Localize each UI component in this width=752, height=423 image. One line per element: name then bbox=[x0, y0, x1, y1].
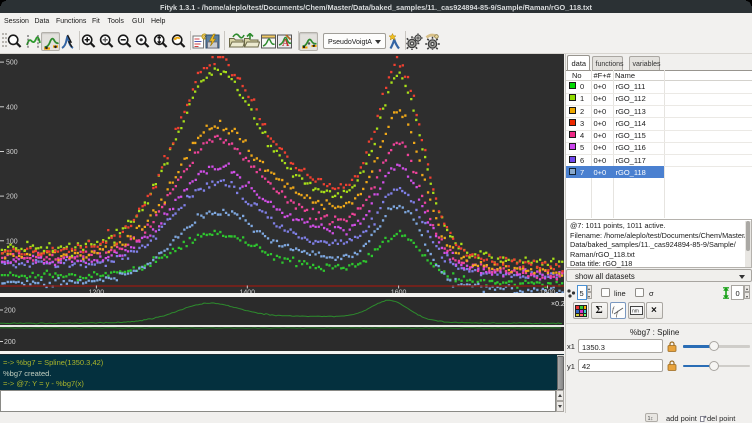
svg-text:500: 500 bbox=[6, 60, 18, 67]
svg-text:×0.2: ×0.2 bbox=[551, 301, 564, 308]
svg-text:nm: nm bbox=[632, 309, 639, 315]
svg-text:300: 300 bbox=[6, 149, 18, 156]
svg-text:100: 100 bbox=[6, 238, 18, 245]
svg-text:f: f bbox=[612, 306, 615, 314]
svg-text:400: 400 bbox=[6, 104, 18, 111]
svg-text:200: 200 bbox=[4, 339, 16, 346]
svg-text:200: 200 bbox=[4, 307, 16, 314]
svg-text:200: 200 bbox=[6, 194, 18, 201]
